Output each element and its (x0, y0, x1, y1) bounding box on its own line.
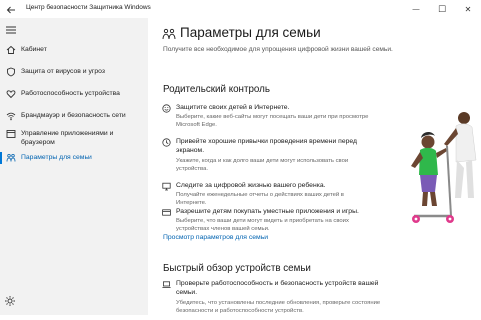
maximize-icon: ☐ (437, 3, 447, 14)
sidebar-item-app-browser-control[interactable]: Управление приложениями и браузером (0, 128, 148, 150)
feature-description: Укажите, когда и как долго ваши дети мог… (176, 158, 349, 172)
sidebar-item-label: Параметры для семьи (21, 154, 92, 161)
laptop-icon (162, 281, 171, 288)
sidebar-item-home[interactable]: Кабинет (0, 44, 148, 56)
devices-overview-heading: Быстрый обзор устройств семьи (163, 263, 311, 274)
shield-icon (6, 67, 16, 77)
feature-device-health: Проверьте работоспособность и безопаснос… (162, 280, 397, 320)
family-icon (6, 153, 16, 163)
feature-description: Выберите, какие веб-сайты могут посещать… (176, 114, 369, 128)
page-header-icon (162, 27, 176, 40)
gear-icon (5, 296, 15, 306)
window-title: Центр безопасности Защитника Windows (26, 4, 151, 11)
main-content: Параметры для семьи Получите все необход… (148, 18, 481, 315)
feature-description: Выберите, что ваши дети могут видеть и п… (176, 218, 349, 232)
title-bar: Центр безопасности Защитника Windows — ☐… (0, 0, 481, 18)
feature-activity-reports: Следите за цифровой жизнью вашего ребенк… (162, 182, 387, 206)
settings-button[interactable] (4, 294, 16, 306)
sidebar-item-device-health[interactable]: Работоспособность устройства (0, 88, 148, 100)
sidebar-item-firewall[interactable]: Брандмауэр и безопасность сети (0, 110, 148, 122)
monitor-icon (162, 182, 171, 191)
smile-icon (162, 104, 171, 113)
close-button[interactable]: ✕ (455, 0, 481, 18)
close-icon: ✕ (464, 4, 472, 14)
family-icon (162, 28, 176, 40)
menu-button[interactable] (5, 23, 17, 35)
sidebar-item-label: Брандмауэр и безопасность сети (21, 112, 126, 119)
minimize-icon: — (412, 5, 420, 13)
active-indicator (0, 152, 2, 164)
hamburger-icon (6, 26, 16, 34)
sidebar-item-label: Работоспособность устройства (21, 90, 120, 97)
feature-title: Защитите своих детей в Интернете. (176, 104, 290, 111)
sidebar-item-virus-protection[interactable]: Защита от вирусов и угроз (0, 66, 148, 78)
feature-title: Следите за цифровой жизнью вашего ребенк… (176, 182, 326, 189)
maximize-button[interactable]: ☐ (429, 0, 455, 18)
view-family-settings-link[interactable]: Просмотр параметров для семьи (163, 234, 268, 241)
parental-controls-heading: Родительский контроль (163, 84, 270, 95)
sidebar-item-label: Кабинет (21, 46, 47, 53)
family-illustration (411, 112, 477, 223)
minimize-button[interactable]: — (403, 0, 429, 18)
feature-title: Проверьте работоспособность и безопаснос… (176, 280, 379, 296)
page-title: Параметры для семьи (180, 25, 321, 40)
sidebar-item-family-options[interactable]: Параметры для семьи (0, 152, 148, 164)
heart-icon (6, 89, 16, 99)
feature-description: Получайте еженедельные отчеты о действия… (176, 192, 344, 206)
sidebar-item-label: Управление приложениями и браузером (21, 130, 114, 146)
sidebar: Кабинет Защита от вирусов и угроз Работо… (0, 18, 148, 315)
back-button[interactable] (5, 3, 17, 15)
back-arrow-icon (6, 6, 15, 14)
feature-title: Разрешите детям покупать уместные прилож… (176, 208, 359, 215)
feature-web-protection: Защитите своих детей в Интернете. Выбери… (162, 104, 387, 130)
card-icon (162, 209, 171, 216)
app-browser-icon (6, 129, 16, 139)
clock-icon (162, 138, 171, 147)
feature-screen-time: Привейте хорошие привычки проведения вре… (162, 138, 387, 172)
wifi-icon (6, 111, 16, 121)
page-subtitle: Получите все необходимое для упрощения ц… (163, 46, 393, 53)
feature-description: Убедитесь, что установлены последние обн… (176, 300, 381, 314)
feature-purchases: Разрешите детям покупать уместные прилож… (162, 208, 387, 234)
home-icon (6, 45, 16, 55)
feature-title: Привейте хорошие привычки проведения вре… (176, 138, 357, 154)
sidebar-item-label: Защита от вирусов и угроз (21, 68, 105, 75)
